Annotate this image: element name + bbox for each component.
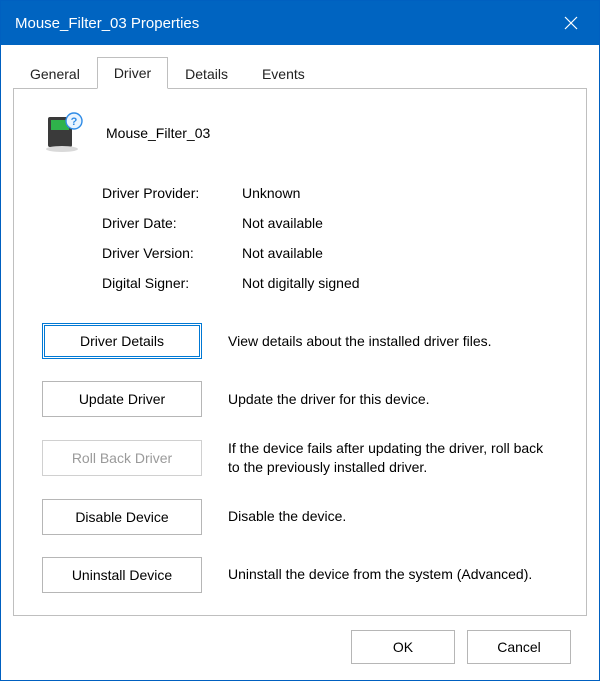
action-row-roll-back-driver: Roll Back Driver If the device fails aft… <box>42 439 558 477</box>
driver-provider-value: Unknown <box>242 185 558 201</box>
update-driver-desc: Update the driver for this device. <box>228 390 558 409</box>
digital-signer-label: Digital Signer: <box>102 275 242 291</box>
uninstall-device-desc: Uninstall the device from the system (Ad… <box>228 565 558 584</box>
tab-details[interactable]: Details <box>168 58 245 89</box>
driver-provider-label: Driver Provider: <box>102 185 242 201</box>
cancel-button[interactable]: Cancel <box>467 630 571 664</box>
action-row-uninstall-device: Uninstall Device Uninstall the device fr… <box>42 557 558 593</box>
properties-dialog: Mouse_Filter_03 Properties General Drive… <box>0 0 600 681</box>
disable-device-desc: Disable the device. <box>228 507 558 526</box>
dialog-footer: OK Cancel <box>13 616 587 680</box>
action-row-driver-details: Driver Details View details about the in… <box>42 323 558 359</box>
driver-details-button[interactable]: Driver Details <box>42 323 202 359</box>
driver-version-label: Driver Version: <box>102 245 242 261</box>
tab-panel-driver: ? Mouse_Filter_03 Driver Provider: Unkno… <box>13 88 587 616</box>
tab-driver[interactable]: Driver <box>97 57 168 89</box>
close-button[interactable] <box>543 1 599 45</box>
titlebar: Mouse_Filter_03 Properties <box>1 1 599 45</box>
roll-back-driver-desc: If the device fails after updating the d… <box>228 439 558 477</box>
device-icon: ? <box>42 111 86 155</box>
ok-button[interactable]: OK <box>351 630 455 664</box>
action-row-disable-device: Disable Device Disable the device. <box>42 499 558 535</box>
driver-details-desc: View details about the installed driver … <box>228 332 558 351</box>
digital-signer-value: Not digitally signed <box>242 275 558 291</box>
tabstrip: General Driver Details Events <box>13 55 587 88</box>
window-title: Mouse_Filter_03 Properties <box>15 15 199 32</box>
dialog-body: General Driver Details Events ? Mouse_Fi… <box>1 45 599 680</box>
tab-events[interactable]: Events <box>245 58 322 89</box>
svg-text:?: ? <box>71 116 78 128</box>
uninstall-device-button[interactable]: Uninstall Device <box>42 557 202 593</box>
driver-date-label: Driver Date: <box>102 215 242 231</box>
driver-version-value: Not available <box>242 245 558 261</box>
device-name: Mouse_Filter_03 <box>106 125 210 141</box>
tab-general[interactable]: General <box>13 58 97 89</box>
update-driver-button[interactable]: Update Driver <box>42 381 202 417</box>
close-icon <box>564 16 578 30</box>
driver-info-grid: Driver Provider: Unknown Driver Date: No… <box>102 185 558 291</box>
roll-back-driver-button: Roll Back Driver <box>42 440 202 476</box>
device-header: ? Mouse_Filter_03 <box>42 111 558 155</box>
driver-date-value: Not available <box>242 215 558 231</box>
action-row-update-driver: Update Driver Update the driver for this… <box>42 381 558 417</box>
disable-device-button[interactable]: Disable Device <box>42 499 202 535</box>
